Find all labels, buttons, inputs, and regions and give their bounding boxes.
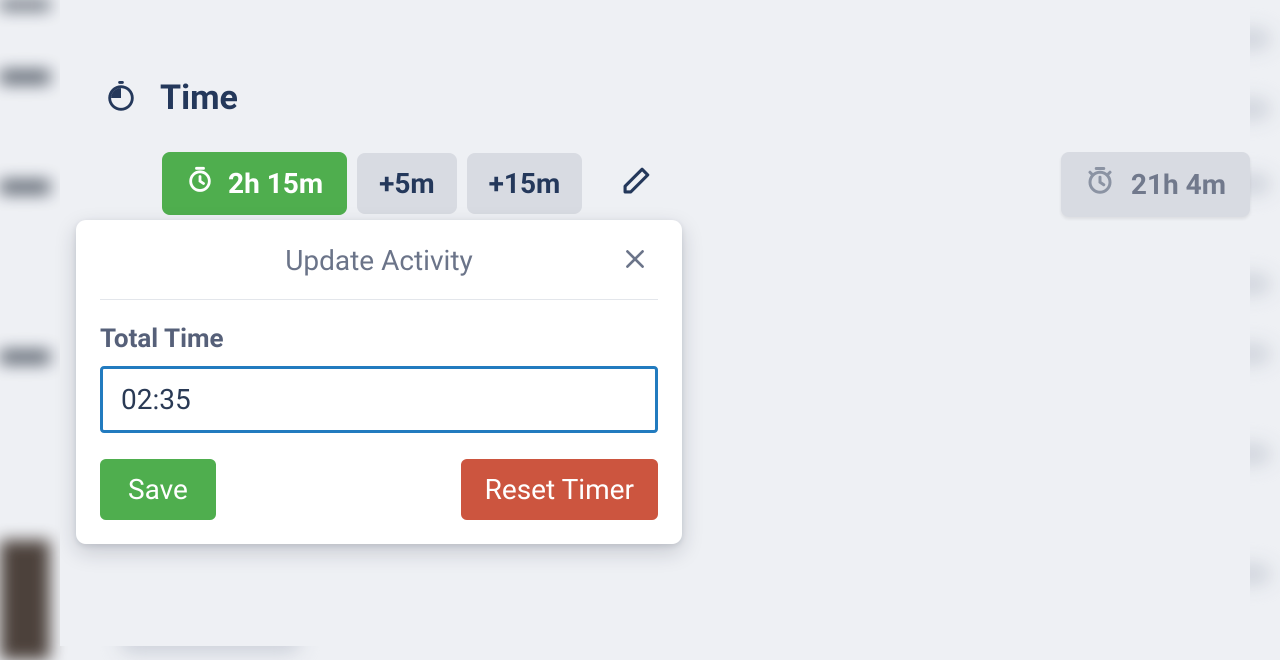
total-time-badge: 21h 4m	[1061, 152, 1250, 217]
total-time-label: 21h 4m	[1131, 168, 1226, 201]
section-title: Time	[160, 78, 238, 118]
save-button[interactable]: Save	[100, 459, 216, 520]
stopwatch-total-icon	[1085, 166, 1115, 203]
add-5m-button[interactable]: +5m	[357, 153, 457, 214]
add-15m-button[interactable]: +15m	[467, 153, 583, 214]
timer-toggle-button[interactable]: 2h 15m	[162, 152, 347, 215]
update-activity-popover: Update Activity Total Time Save Reset Ti…	[76, 220, 682, 544]
popover-title: Update Activity	[285, 244, 473, 277]
close-icon	[622, 246, 648, 277]
timer-controls-row: 2h 15m +5m +15m 21h 4m	[104, 152, 1250, 215]
timer-current-label: 2h 15m	[228, 167, 323, 200]
pencil-icon	[618, 165, 652, 202]
stopwatch-icon	[104, 81, 138, 115]
reset-timer-button[interactable]: Reset Timer	[461, 459, 658, 520]
popover-header: Update Activity	[100, 244, 658, 300]
section-header: Time	[104, 78, 1250, 118]
edit-time-button[interactable]	[608, 157, 662, 210]
time-section: Time 2h 15m +5m +15m	[60, 0, 1250, 215]
close-button[interactable]	[618, 242, 652, 281]
stopwatch-run-icon	[186, 166, 214, 201]
popover-actions: Save Reset Timer	[100, 459, 658, 520]
total-time-label: Total Time	[100, 324, 658, 354]
total-time-input[interactable]	[100, 366, 658, 433]
